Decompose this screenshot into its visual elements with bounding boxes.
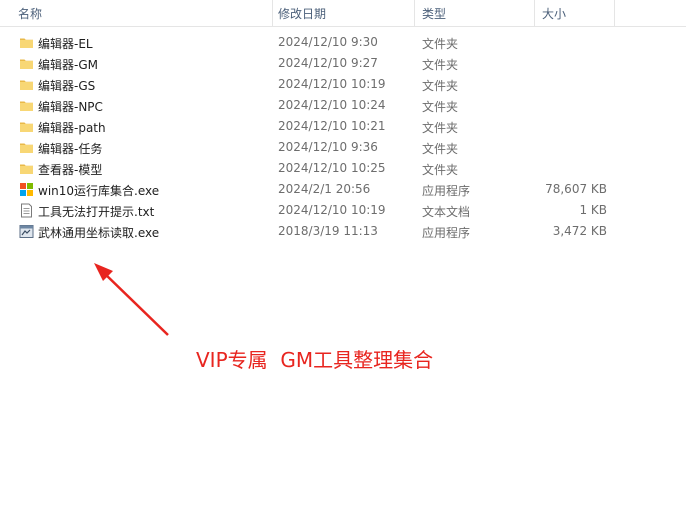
annotation-arrow	[94, 263, 169, 336]
arrow-shaft	[102, 271, 169, 336]
annotation-label: VIP专属 GM工具整理集合	[196, 348, 434, 372]
